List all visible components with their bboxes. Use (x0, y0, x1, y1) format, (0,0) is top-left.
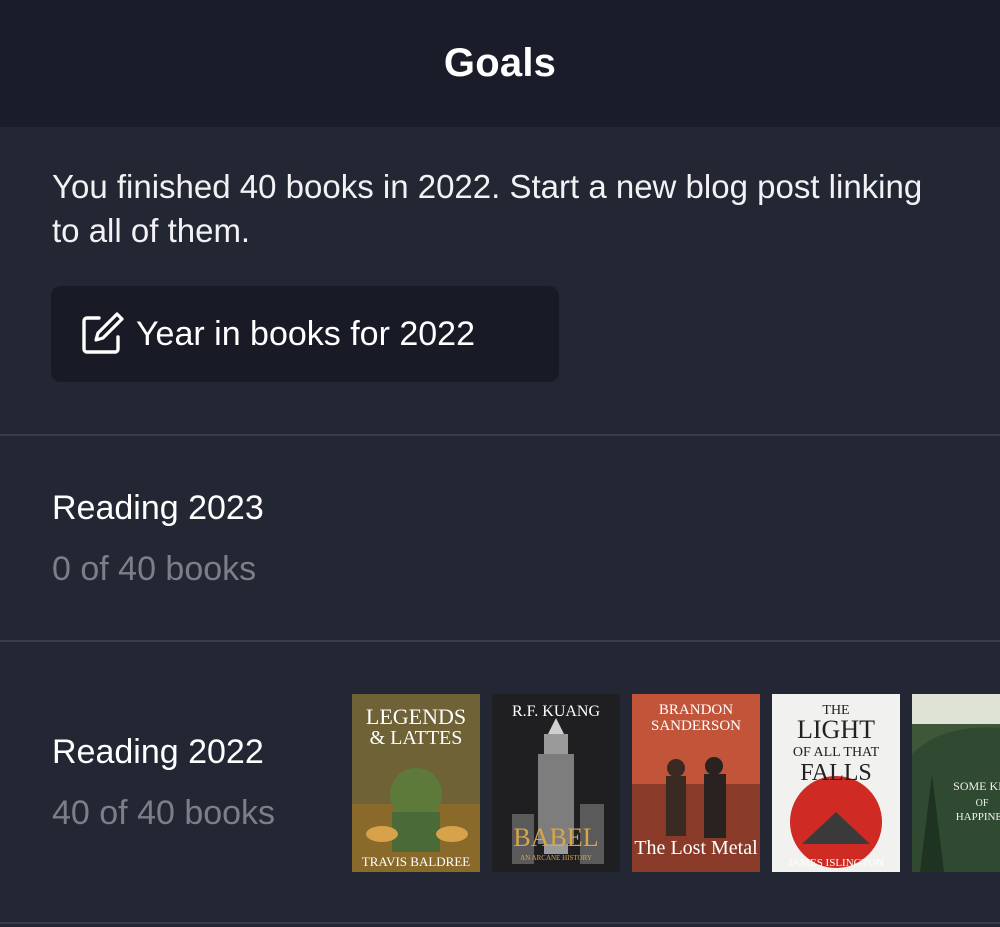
nav-bar: Goals (0, 0, 1000, 127)
goal-progress: 0 of 40 books (52, 550, 257, 588)
compose-icon (82, 312, 124, 354)
book-cover[interactable]: SOME KIN OF HAPPINES (912, 694, 1000, 872)
year-summary-section: You finished 40 books in 2022. Start a n… (0, 127, 1000, 434)
cover-title: SOME KIN (953, 779, 1000, 793)
cover-title: LEGENDS (366, 704, 466, 729)
cover-author: SANDERSON (651, 718, 741, 734)
cover-title: OF ALL THAT (793, 745, 880, 760)
goal-title: Reading 2023 (52, 489, 264, 527)
book-cover[interactable]: THE LIGHT OF ALL THAT FALLS JAMES ISLING… (772, 694, 900, 872)
book-covers-strip[interactable]: LEGENDS & LATTES TRAVIS BALDREE R.F. KUA… (352, 694, 1000, 872)
book-cover[interactable]: LEGENDS & LATTES TRAVIS BALDREE (352, 694, 480, 872)
book-cover[interactable]: BRANDON SANDERSON The Lost Metal (632, 694, 760, 872)
book-cover[interactable]: R.F. KUANG BABEL AN ARCANE HISTORY (492, 694, 620, 872)
cover-title: & LATTES (370, 727, 463, 749)
cover-title: BABEL (513, 823, 598, 852)
cover-title: The Lost Metal (634, 837, 758, 859)
divider (0, 922, 1000, 924)
cover-author: TRAVIS BALDREE (362, 854, 471, 869)
cover-title: OF (976, 798, 989, 809)
finished-message: You finished 40 books in 2022. Start a n… (52, 168, 923, 249)
cover-author: BRANDON (659, 702, 733, 718)
goal-row-2023[interactable]: Reading 2023 0 of 40 books (0, 436, 1000, 640)
cover-title: HAPPINES (956, 811, 1000, 823)
cover-subtitle: AN ARCANE HISTORY (520, 854, 592, 862)
goal-title: Reading 2022 (52, 733, 264, 771)
page-title: Goals (443, 41, 557, 85)
cover-title: FALLS (800, 760, 872, 786)
goal-progress: 40 of 40 books (52, 794, 276, 832)
cover-title: LIGHT (797, 715, 875, 744)
year-in-books-button[interactable]: Year in books for 2022 (51, 286, 559, 382)
cover-author: JAMES ISLINGTON (788, 857, 884, 869)
year-in-books-label: Year in books for 2022 (136, 315, 475, 353)
cover-author: R.F. KUANG (512, 703, 601, 720)
